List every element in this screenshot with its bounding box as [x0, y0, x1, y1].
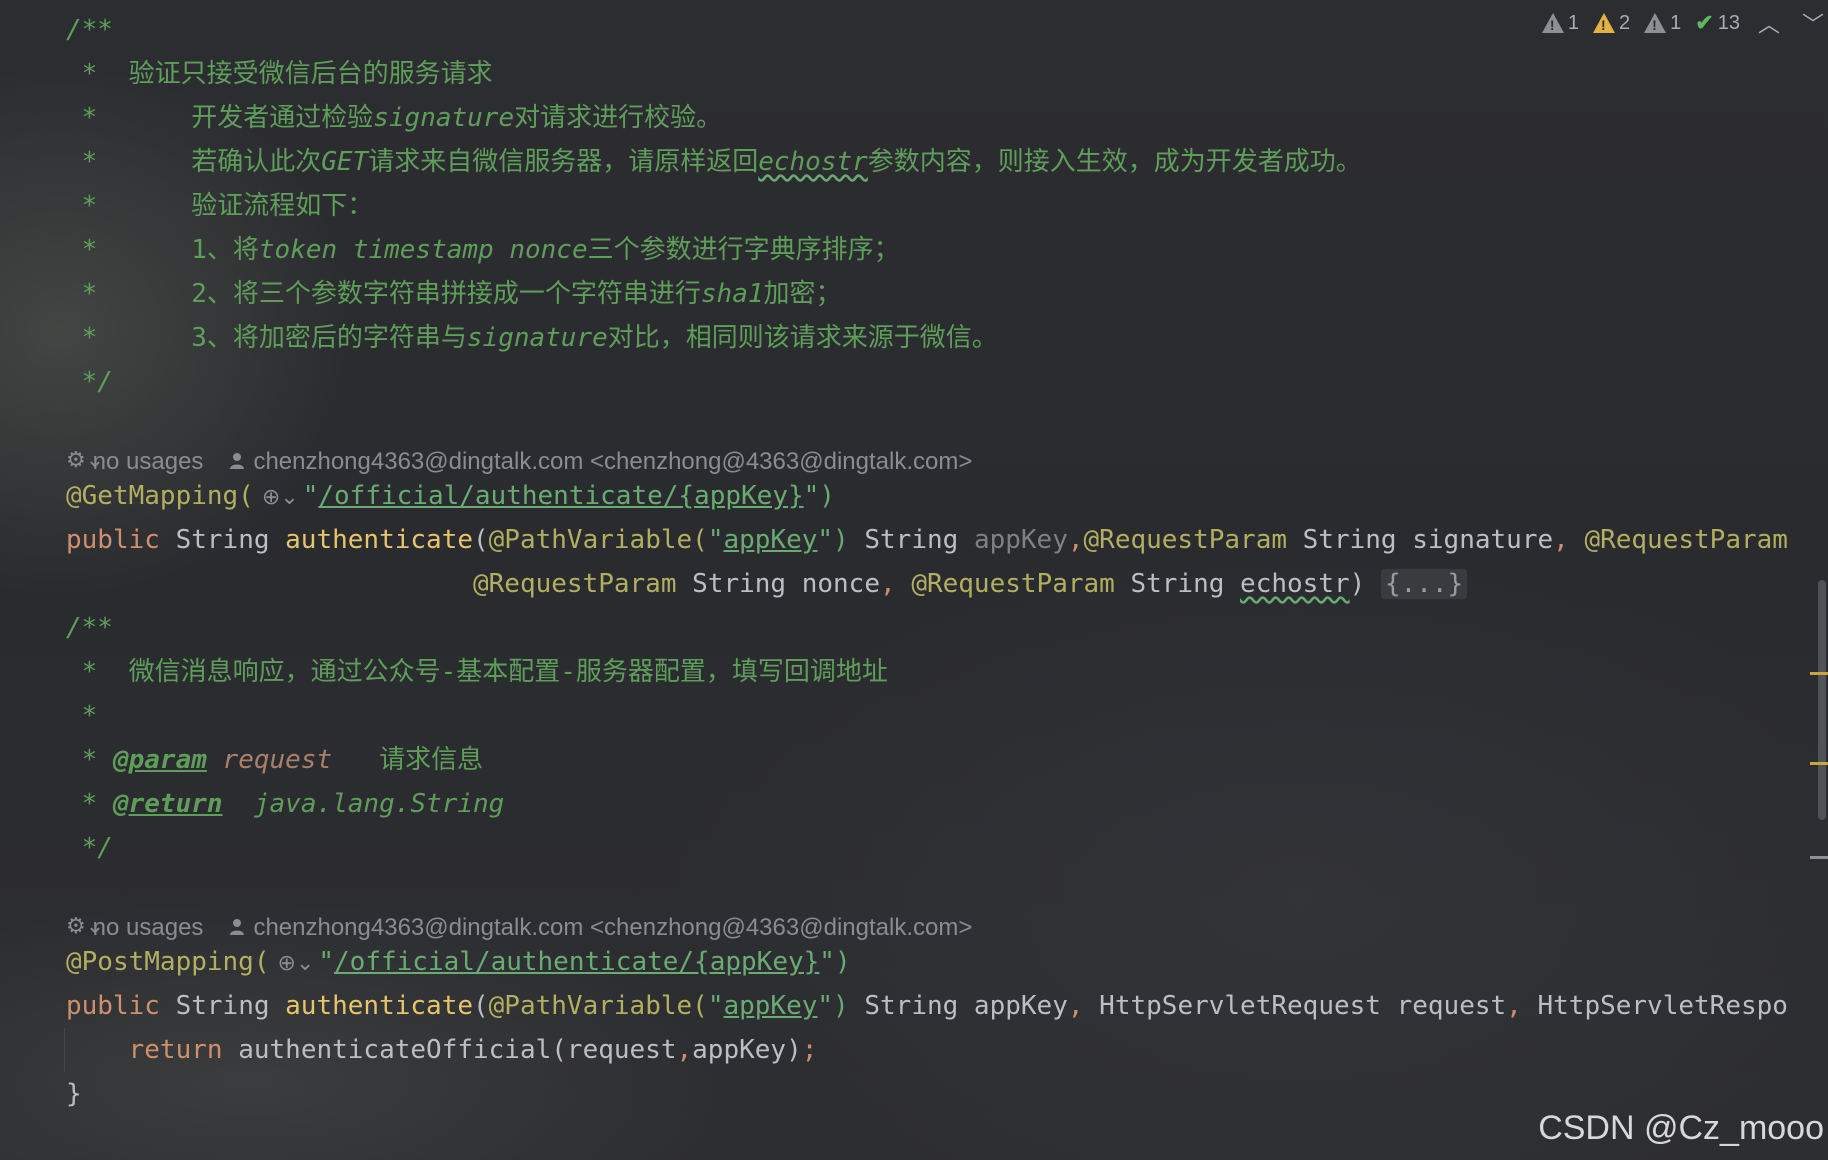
weak-warning-icon	[1644, 13, 1667, 33]
vertical-scrollbar[interactable]	[1818, 580, 1826, 820]
doc-comment-close: */	[66, 367, 113, 397]
code-line[interactable]: @PostMapping(⊕⌄ "/official/authenticate/{…	[66, 940, 851, 984]
next-highlight-icon[interactable]: ﹀	[1798, 7, 1828, 39]
indent-guide	[64, 1028, 65, 1072]
author-icon	[229, 912, 245, 935]
typo-count[interactable]: ✔ 13	[1695, 10, 1740, 36]
doc-comment-line: * 若确认此次GET请求来自微信服务器，请原样返回echostr参数内容，则接入…	[66, 147, 1362, 177]
previous-highlight-icon[interactable]: ︿	[1754, 7, 1784, 39]
author-hint[interactable]: chenzhong4363@dingtalk.com <chenzhong@43…	[253, 448, 972, 475]
url-link[interactable]: /official/authenticate/{appKey}	[318, 481, 803, 511]
usages-hint[interactable]: no usages	[93, 448, 204, 475]
doc-comment-open: /**	[66, 613, 113, 643]
code-line[interactable]: @GetMapping(⊕⌄ "/official/authenticate/{a…	[66, 474, 835, 518]
folded-code-block[interactable]: {...}	[1380, 569, 1468, 599]
code-line[interactable]: @RequestParam String nonce, @RequestPara…	[66, 562, 1468, 606]
doc-comment-line: *	[66, 701, 98, 731]
warning-stripe-marker[interactable]	[1810, 762, 1828, 765]
doc-comment-line: * @param request 请求信息	[66, 745, 484, 775]
doc-comment-open: /**	[66, 15, 113, 45]
inspection-widget[interactable]: 1 2 1 ✔ 13 ︿ ﹀	[1541, 7, 1828, 39]
doc-comment-line: * @return java.lang.String	[66, 789, 505, 819]
weak-warning-icon	[1541, 13, 1564, 33]
usages-hint[interactable]: no usages	[93, 914, 204, 941]
endpoint-globe-icon[interactable]: ⊕⌄	[262, 476, 299, 520]
code-line[interactable]: public String authenticate(@PathVariable…	[66, 984, 1788, 1028]
weak-warning-count-2[interactable]: 1	[1644, 12, 1681, 35]
author-hint[interactable]: chenzhong4363@dingtalk.com <chenzhong@43…	[253, 914, 972, 941]
code-editor[interactable]: 1 2 1 ✔ 13 ︿ ﹀ /** * 验证只接受微信后台的服务请求 * 开发…	[0, 0, 1828, 1160]
spring-endpoint-gutter-icon[interactable]: ⚙⌄	[66, 914, 104, 939]
doc-comment-line: * 验证只接受微信后台的服务请求	[66, 59, 493, 89]
typo-check-icon: ✔	[1695, 10, 1714, 35]
author-icon	[229, 446, 245, 469]
spring-endpoint-gutter-icon[interactable]: ⚙⌄	[66, 448, 104, 473]
doc-comment-line: * 3、将加密后的字符串与signature对比，相同则该请求来源于微信。	[66, 323, 998, 353]
warning-icon	[1593, 13, 1616, 33]
warning-stripe-marker[interactable]	[1810, 672, 1828, 675]
doc-comment-line: * 1、将token timestamp nonce三个参数进行字典序排序；	[66, 235, 900, 265]
doc-comment-line: * 2、将三个参数字符串拼接成一个字符串进行sha1加密；	[66, 279, 842, 309]
code-line[interactable]: return authenticateOfficial(request,appK…	[66, 1028, 818, 1072]
weak-warning-stripe-marker[interactable]	[1810, 856, 1828, 859]
url-link[interactable]: /official/authenticate/{appKey}	[334, 947, 819, 977]
doc-comment-close: */	[66, 833, 113, 863]
code-line[interactable]: }	[66, 1072, 82, 1116]
weak-warning-count[interactable]: 1	[1541, 12, 1579, 35]
code-line[interactable]: public String authenticate(@PathVariable…	[66, 518, 1788, 562]
endpoint-globe-icon[interactable]: ⊕⌄	[278, 942, 315, 986]
doc-comment-line: * 微信消息响应，通过公众号-基本配置-服务器配置，填写回调地址	[66, 657, 888, 687]
watermark: CSDN @Cz_mooo	[1538, 1109, 1824, 1147]
warning-count[interactable]: 2	[1593, 12, 1630, 35]
doc-comment-line: * 开发者通过检验signature对请求进行校验。	[66, 103, 723, 133]
doc-comment-line: * 验证流程如下：	[66, 191, 374, 221]
